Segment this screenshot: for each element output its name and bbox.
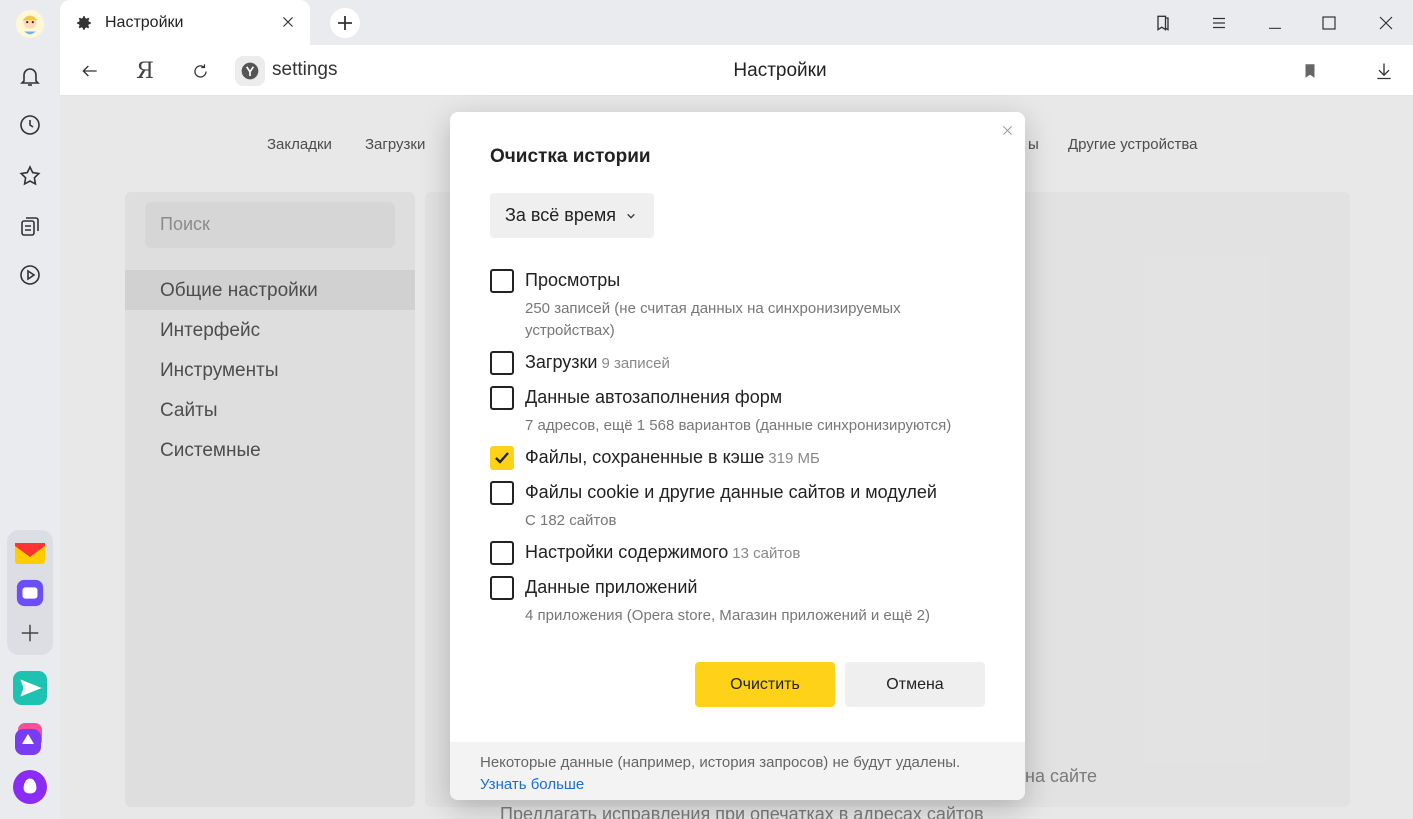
- checkbox-cookies[interactable]: [490, 481, 514, 505]
- period-select[interactable]: За всё время: [490, 193, 654, 238]
- send-icon[interactable]: [13, 671, 47, 705]
- site-badge[interactable]: [235, 56, 265, 86]
- back-icon[interactable]: [76, 57, 104, 85]
- reload-icon[interactable]: [186, 57, 214, 85]
- tab-title: Настройки: [105, 13, 184, 31]
- vertical-sidebar: [0, 0, 60, 819]
- tab-settings[interactable]: Настройки: [60, 0, 310, 45]
- option-label: Просмотры: [525, 270, 621, 290]
- option-desc: С 182 сайтов: [525, 512, 617, 529]
- maximize-icon[interactable]: [1316, 10, 1342, 36]
- option-desc: 4 приложения (Opera store, Магазин прило…: [525, 607, 930, 624]
- alice-icon[interactable]: [13, 770, 47, 804]
- option-label: Файлы cookie и другие данные сайтов и мо…: [525, 482, 937, 502]
- checkbox-downloads[interactable]: [490, 351, 514, 375]
- option-count: 9 записей: [601, 355, 670, 372]
- yandex-browser-icon: [241, 62, 259, 80]
- clear-history-dialog: Очистка истории За всё время Просмотры 2…: [450, 112, 1025, 800]
- new-tab-button[interactable]: [330, 8, 360, 38]
- star-icon[interactable]: [10, 156, 50, 196]
- checkbox-views[interactable]: [490, 269, 514, 293]
- play-icon[interactable]: [10, 255, 50, 295]
- close-icon[interactable]: [1373, 10, 1399, 36]
- option-label: Данные приложений: [525, 577, 698, 597]
- checkbox-autofill[interactable]: [490, 386, 514, 410]
- option-label: Файлы, сохраненные в кэше 319 МБ: [525, 447, 820, 467]
- option-count: 319 МБ: [768, 450, 820, 467]
- yandex-logo-button[interactable]: Я: [131, 57, 159, 85]
- mail-icon[interactable]: [13, 536, 47, 570]
- yandex-logo: Я: [136, 58, 154, 84]
- chevron-down-icon: [626, 211, 636, 221]
- minimize-icon[interactable]: [1262, 10, 1288, 36]
- history-icon[interactable]: [10, 105, 50, 145]
- bookmarks-panel-icon[interactable]: [1150, 10, 1176, 36]
- checkmark-icon: [495, 452, 509, 464]
- avatar[interactable]: [10, 4, 50, 44]
- add-icon[interactable]: [13, 616, 47, 650]
- download-icon[interactable]: [1370, 57, 1398, 85]
- clear-button[interactable]: Очистить: [695, 662, 835, 707]
- gear-icon: [77, 15, 91, 30]
- tab-close-icon[interactable]: [280, 14, 296, 30]
- learn-more-link[interactable]: Узнать больше: [480, 774, 995, 796]
- option-label: Данные автозаполнения форм: [525, 387, 783, 407]
- alice-app-icon[interactable]: [13, 722, 47, 756]
- option-desc: 7 адресов, ещё 1 568 вариантов (данные с…: [525, 417, 952, 434]
- bookmark-icon[interactable]: [1296, 57, 1324, 85]
- checkbox-app-data[interactable]: [490, 576, 514, 600]
- messenger-icon[interactable]: [13, 576, 47, 610]
- option-desc: 250 записей (не считая данных на синхрон…: [525, 300, 901, 339]
- tab-strip: Настройки: [60, 0, 1413, 45]
- option-label: Настройки содержимого 13 сайтов: [525, 542, 801, 562]
- option-count: 13 сайтов: [732, 545, 801, 562]
- dialog-close-icon[interactable]: [999, 122, 1015, 138]
- checkbox-cache[interactable]: [490, 446, 514, 470]
- address-bar: Я settings Настройки: [60, 45, 1413, 96]
- plus-icon: [338, 16, 352, 30]
- url-text[interactable]: settings: [272, 59, 337, 81]
- option-label: Загрузки 9 записей: [525, 352, 670, 372]
- collections-icon[interactable]: [10, 206, 50, 246]
- menu-icon[interactable]: [1206, 10, 1232, 36]
- cancel-button[interactable]: Отмена: [845, 662, 985, 707]
- dialog-title: Очистка истории: [490, 146, 651, 167]
- footer-note: Некоторые данные (например, история запр…: [480, 754, 961, 771]
- bell-icon[interactable]: [10, 56, 50, 96]
- period-value: За всё время: [505, 205, 616, 225]
- checkbox-content-settings[interactable]: [490, 541, 514, 565]
- dialog-footer: Некоторые данные (например, история запр…: [450, 742, 1025, 800]
